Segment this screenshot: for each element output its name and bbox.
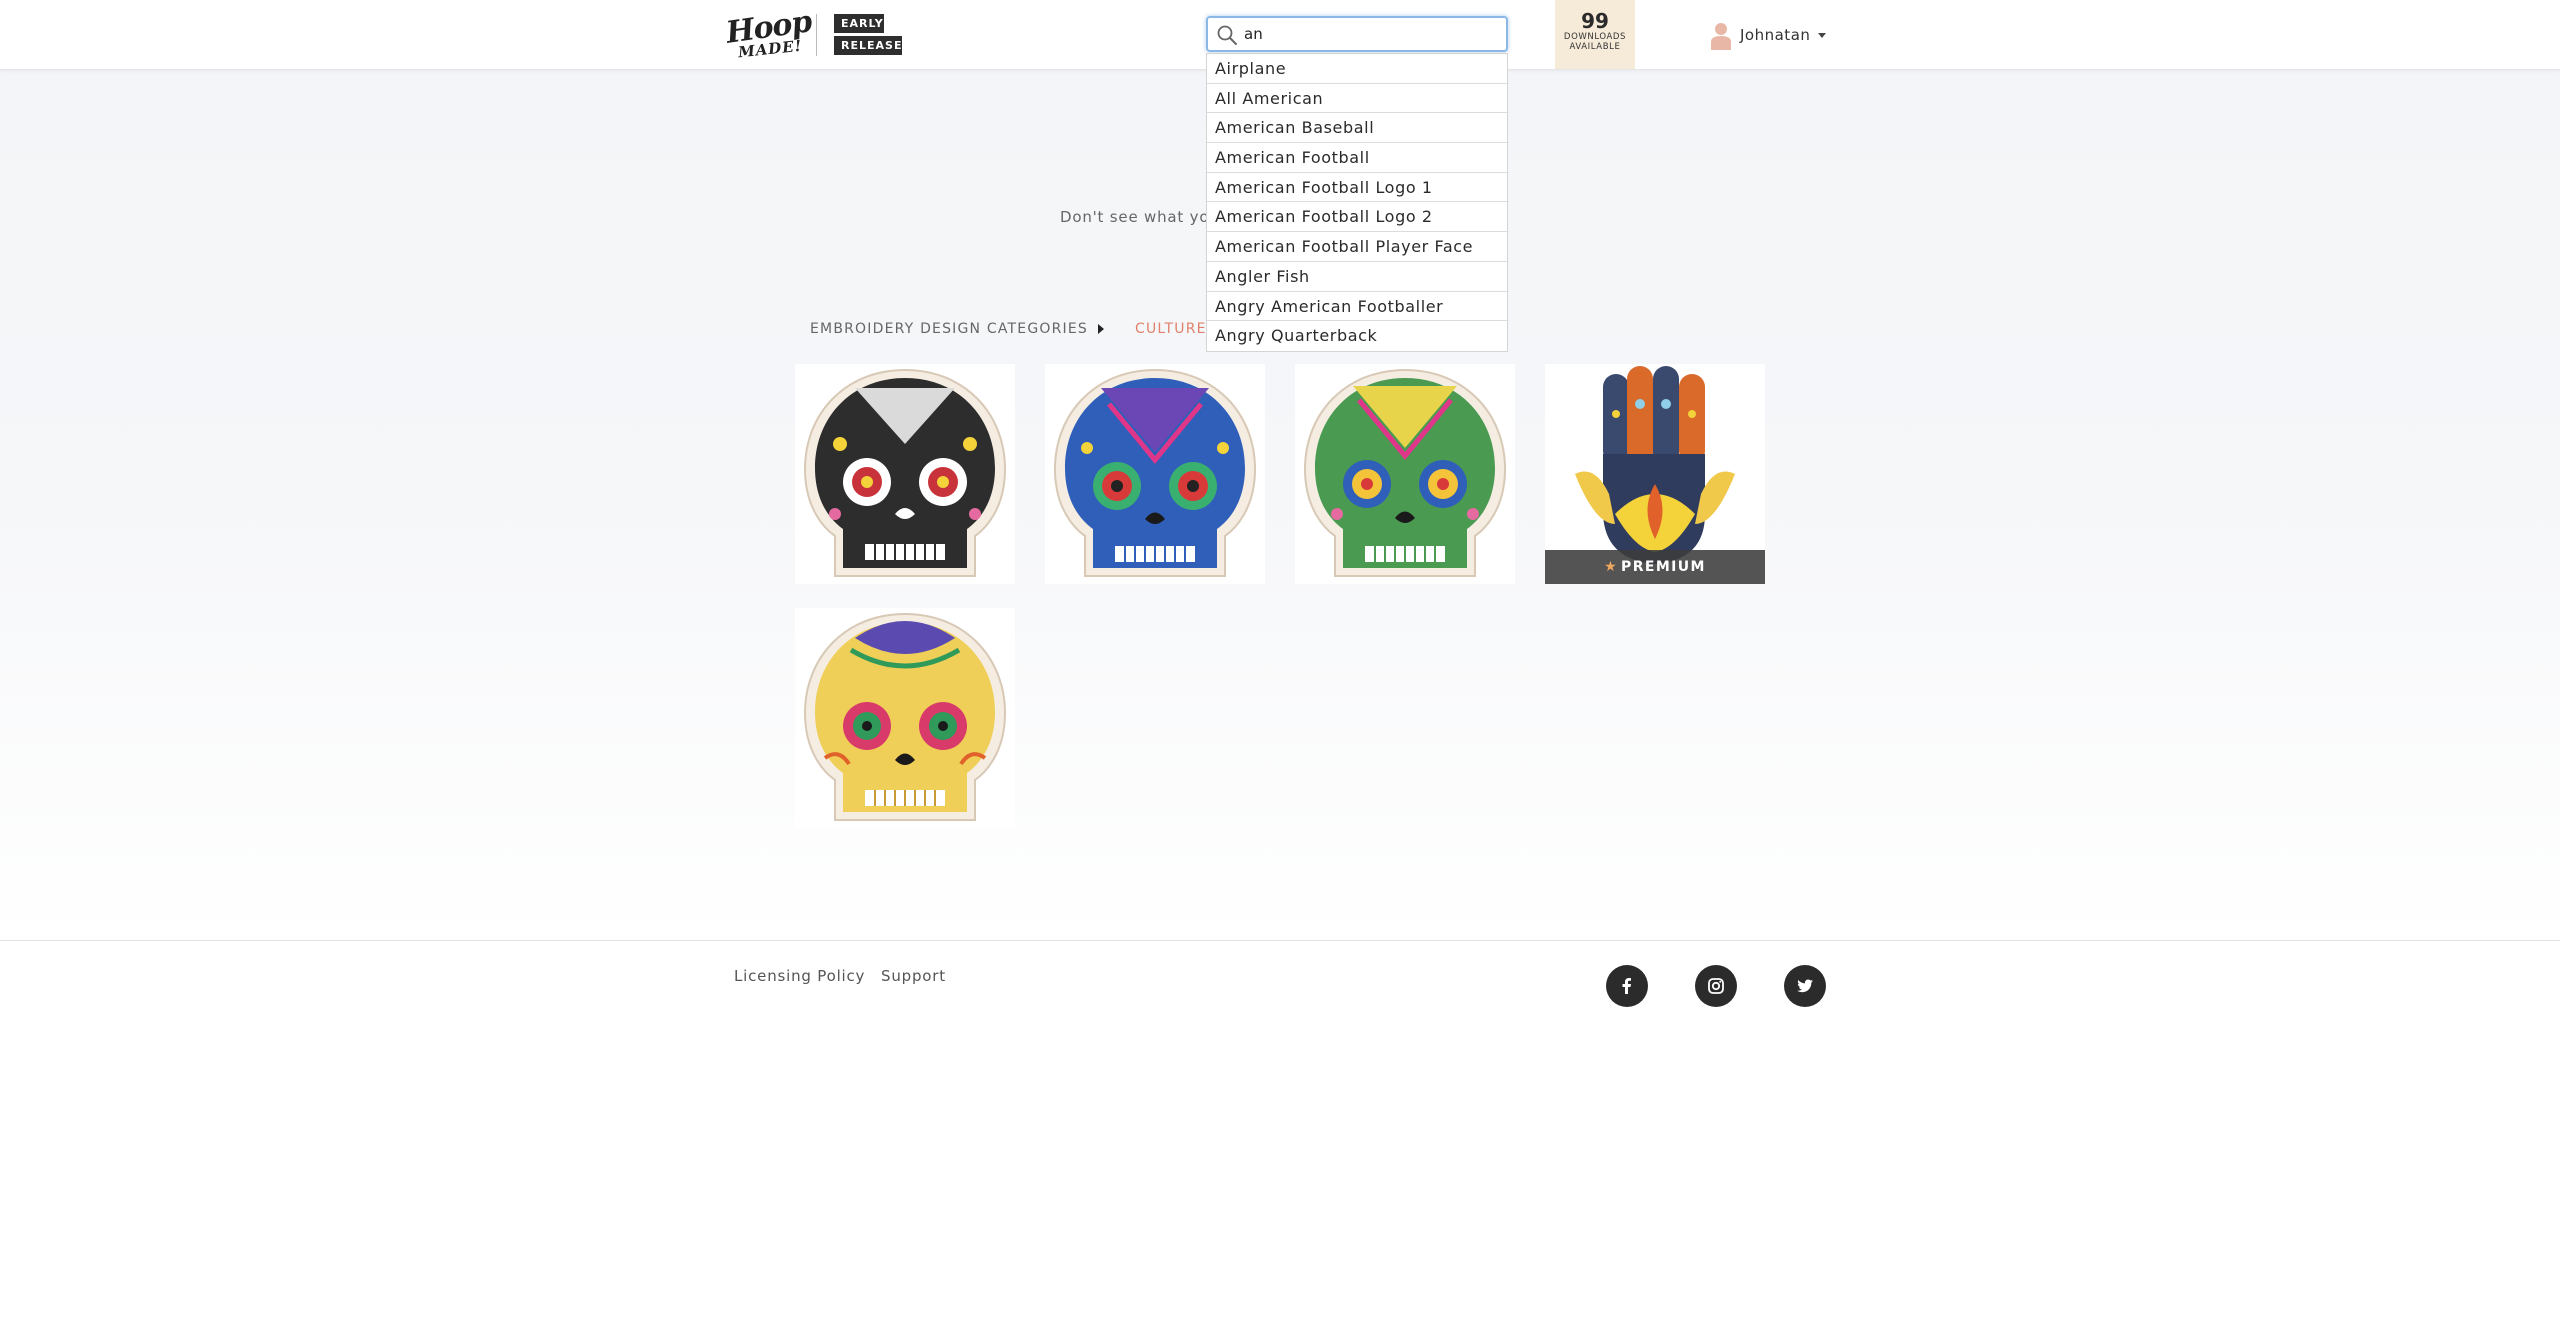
design-tile-white-sugar-skull[interactable] <box>795 364 1015 584</box>
user-name: Johnatan <box>1740 26 1811 44</box>
suggestion-item[interactable]: American Baseball <box>1207 113 1507 144</box>
suggestion-item[interactable]: All American <box>1207 84 1507 114</box>
hoopmade-logo[interactable]: Hoop MADE! <box>724 4 813 62</box>
instagram-button[interactable] <box>1695 965 1737 1007</box>
suggestion-item[interactable]: Angry Quarterback <box>1207 321 1507 351</box>
premium-label: PREMIUM <box>1621 559 1706 575</box>
downloads-label-1: DOWNLOADS <box>1563 32 1627 42</box>
search-icon <box>1217 25 1237 45</box>
suggestion-item[interactable]: American Football <box>1207 143 1507 173</box>
search-suggestions: Airplane All American American Baseball … <box>1206 53 1508 352</box>
downloads-label-2: AVAILABLE <box>1569 42 1621 52</box>
facebook-button[interactable] <box>1606 965 1648 1007</box>
downloads-count: 99 <box>1581 9 1609 33</box>
chevron-down-icon <box>1818 33 1826 38</box>
sugar-skull-image <box>1053 368 1257 577</box>
instagram-icon <box>1708 978 1724 994</box>
breadcrumb-categories[interactable]: EMBROIDERY DESIGN CATEGORIES <box>810 321 1088 337</box>
release-badge: RELEASE <box>834 36 902 55</box>
footer: Licensing Policy Support <box>0 940 2560 1336</box>
design-tile-hamsa-hand[interactable]: ★ PREMIUM <box>1545 364 1765 584</box>
downloads-counter[interactable]: 99 DOWNLOADS AVAILABLE <box>1555 0 1635 69</box>
suggestion-item[interactable]: Angry American Footballer <box>1207 292 1507 322</box>
twitter-button[interactable] <box>1784 965 1826 1007</box>
chevron-right-icon <box>1098 324 1104 334</box>
suggestion-item[interactable]: American Football Player Face <box>1207 232 1507 262</box>
suggestion-item[interactable]: American Football Logo 1 <box>1207 173 1507 203</box>
suggestion-item[interactable]: Airplane <box>1207 54 1507 84</box>
logo-divider <box>816 14 817 56</box>
early-badge: EARLY <box>834 14 884 33</box>
suggestion-item[interactable]: American Football Logo 2 <box>1207 202 1507 233</box>
design-tile-green-sugar-skull[interactable] <box>1295 364 1515 584</box>
facebook-icon <box>1622 978 1631 994</box>
twitter-icon <box>1797 979 1813 993</box>
support-link[interactable]: Support <box>881 967 946 985</box>
premium-badge: ★ PREMIUM <box>1545 550 1765 584</box>
sugar-skull-image <box>803 368 1007 577</box>
sugar-skull-image <box>1303 368 1507 577</box>
breadcrumb-culture[interactable]: CULTURE <box>1135 321 1207 337</box>
not-found-notice: Don't see what you' <box>1060 208 1225 226</box>
licensing-policy-link[interactable]: Licensing Policy <box>734 967 865 985</box>
design-tile-blue-sugar-skull[interactable] <box>1045 364 1265 584</box>
search-box[interactable] <box>1206 16 1508 52</box>
suggestion-item[interactable]: Angler Fish <box>1207 262 1507 292</box>
design-tile-yellow-sugar-skull[interactable] <box>795 608 1015 828</box>
sugar-skull-image <box>803 612 1007 821</box>
search-input[interactable] <box>1244 22 1494 46</box>
user-avatar-icon <box>1711 23 1731 50</box>
star-icon: ★ <box>1604 559 1619 575</box>
